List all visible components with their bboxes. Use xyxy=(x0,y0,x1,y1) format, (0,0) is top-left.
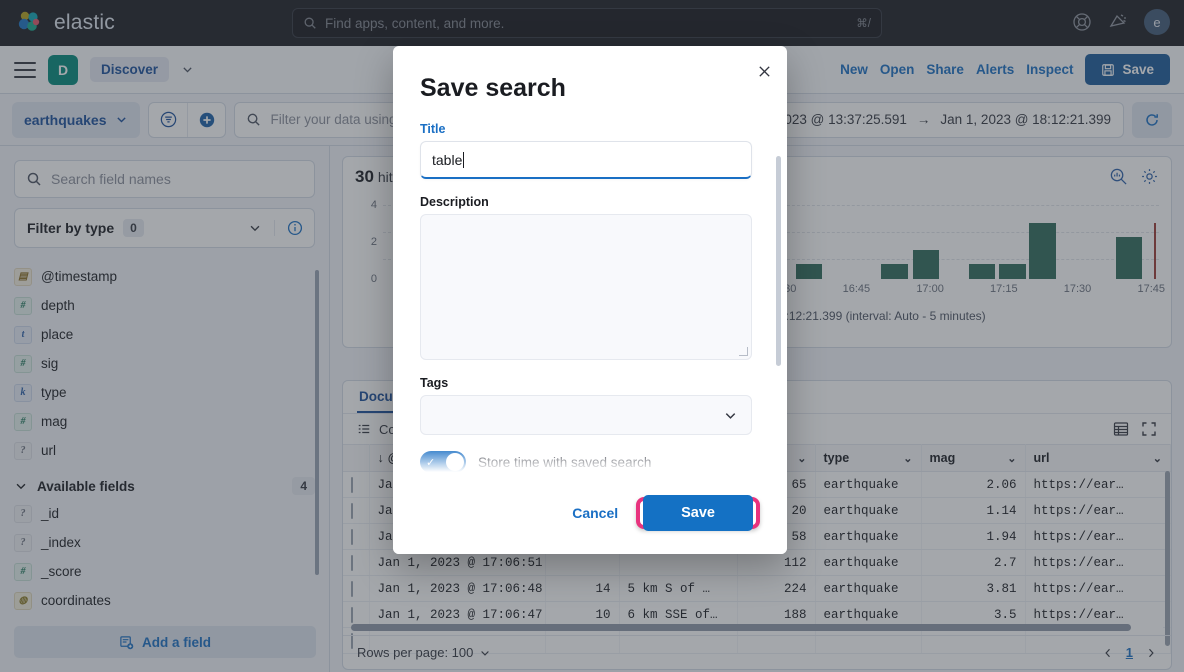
text-caret xyxy=(463,151,465,168)
check-icon: ✓ xyxy=(426,456,436,469)
tags-field-label: Tags xyxy=(420,376,449,390)
store-time-label: Store time with saved search xyxy=(478,454,652,470)
tags-select[interactable] xyxy=(420,395,752,435)
close-x-icon[interactable] xyxy=(753,60,775,82)
save-button[interactable]: Save xyxy=(643,495,753,531)
save-search-modal: Save search Title table Description Tags… xyxy=(393,46,787,554)
modal-title: Save search xyxy=(420,74,566,102)
modal-footer: Cancel Save xyxy=(393,472,787,554)
resize-grip-icon[interactable] xyxy=(739,347,748,356)
description-field-label: Description xyxy=(420,195,489,209)
save-button-highlight-ring: Save xyxy=(636,495,760,531)
title-input[interactable]: table xyxy=(420,141,752,179)
store-time-row[interactable]: ✓ Store time with saved search xyxy=(420,451,760,472)
modal-body: Title table Description Tags ✓ Store tim… xyxy=(393,122,787,472)
title-field-label: Title xyxy=(420,122,446,136)
modal-scrollbar[interactable] xyxy=(776,156,781,366)
title-input-value: table xyxy=(432,151,463,168)
description-textarea[interactable] xyxy=(420,214,752,360)
store-time-toggle[interactable]: ✓ xyxy=(420,451,466,472)
chevron-down-icon xyxy=(723,408,738,423)
cancel-button[interactable]: Cancel xyxy=(572,505,618,521)
toggle-knob xyxy=(446,453,464,471)
app-root: elastic Find apps, content, and more. ⌘/ xyxy=(0,0,1184,672)
